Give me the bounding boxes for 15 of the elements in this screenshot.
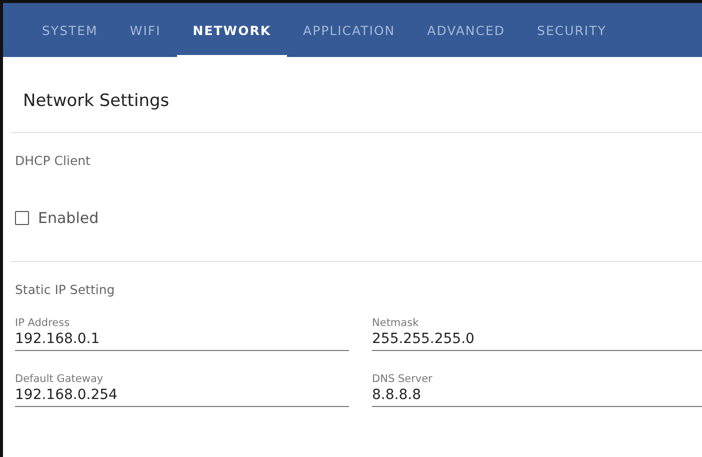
section-heading: Static IP Setting	[15, 282, 116, 297]
section-heading: DHCP Client	[15, 153, 92, 168]
tab[interactable]: WIFI	[114, 3, 177, 57]
tab[interactable]: APPLICATION	[287, 3, 412, 57]
text-field[interactable]: Default Gateway 192.168.0.254	[15, 373, 349, 407]
tab[interactable]: ADVANCED	[411, 3, 522, 57]
tab[interactable]: NETWORK	[176, 3, 288, 57]
tab[interactable]: SYSTEM	[26, 3, 114, 57]
tab[interactable]: SECURITY	[521, 3, 622, 57]
page-title: Network Settings	[11, 57, 702, 133]
text-field[interactable]: DNS Server 8.8.8.8	[372, 373, 702, 407]
text-field[interactable]: Netmask 255.255.255.0	[372, 317, 702, 351]
checkbox-label: Enabled	[38, 209, 99, 227]
checkbox[interactable]	[15, 211, 29, 225]
text-field[interactable]: IP Address 192.168.0.1	[15, 317, 349, 351]
